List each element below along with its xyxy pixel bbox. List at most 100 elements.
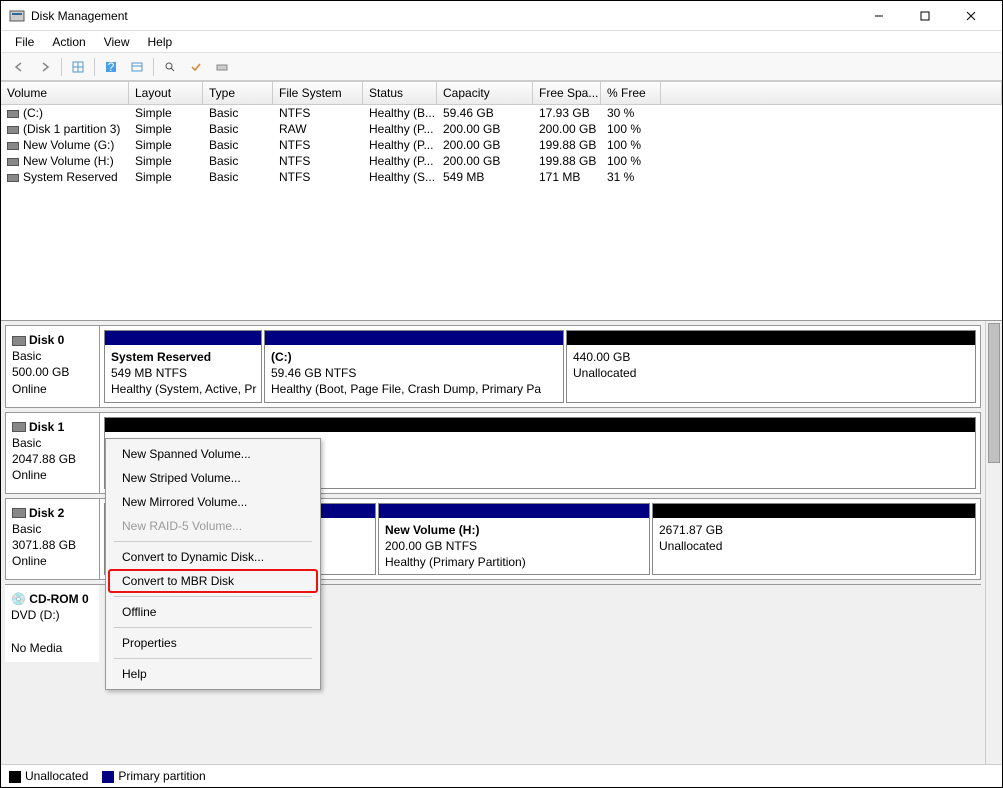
- minimize-button[interactable]: [856, 1, 902, 31]
- menu-action[interactable]: Action: [44, 33, 93, 51]
- partition-status: Healthy (System, Active, Pr: [111, 381, 255, 397]
- partition-status: Unallocated: [573, 365, 969, 381]
- maximize-button[interactable]: [902, 1, 948, 31]
- ctx-properties[interactable]: Properties: [108, 631, 318, 655]
- toolbar-separator: [94, 58, 95, 76]
- disk-info-2[interactable]: Disk 2 Basic 3071.88 GB Online: [6, 499, 100, 580]
- volume-row[interactable]: (Disk 1 partition 3)SimpleBasicRAWHealth…: [1, 121, 1002, 137]
- partition-new-volume-h[interactable]: New Volume (H:)200.00 GB NTFSHealthy (Pr…: [378, 503, 650, 576]
- partition-size: 200.00 GB NTFS: [385, 538, 643, 554]
- partition-c-drive[interactable]: (C:)59.46 GB NTFSHealthy (Boot, Page Fil…: [264, 330, 564, 403]
- toolbar-grid-icon[interactable]: [66, 56, 90, 78]
- disk-icon: [12, 508, 26, 518]
- close-button[interactable]: [948, 1, 994, 31]
- volume-icon: [7, 110, 19, 118]
- back-button[interactable]: [7, 56, 31, 78]
- legend-primary-label: Primary partition: [118, 769, 205, 783]
- scrollbar-thumb[interactable]: [988, 323, 1000, 463]
- disk-name: Disk 0: [29, 333, 64, 347]
- disk-size: 500.00 GB: [12, 364, 93, 380]
- disk-state: Online: [12, 381, 93, 397]
- forward-button[interactable]: [33, 56, 57, 78]
- disk-name: Disk 1: [29, 420, 64, 434]
- volume-row[interactable]: New Volume (G:)SimpleBasicNTFSHealthy (P…: [1, 137, 1002, 153]
- col-layout[interactable]: Layout: [129, 82, 203, 104]
- legend-primary-swatch: [102, 771, 114, 783]
- toolbar-search-icon[interactable]: [158, 56, 182, 78]
- window-title: Disk Management: [31, 9, 856, 23]
- partition-status: Unallocated: [659, 538, 969, 554]
- toolbar-list-icon[interactable]: [125, 56, 149, 78]
- col-capacity[interactable]: Capacity: [437, 82, 533, 104]
- legend: Unallocated Primary partition: [1, 764, 1002, 787]
- volume-row[interactable]: New Volume (H:)SimpleBasicNTFSHealthy (P…: [1, 153, 1002, 169]
- ctx-convert-mbr[interactable]: Convert to MBR Disk: [108, 569, 318, 593]
- volume-list-header: Volume Layout Type File System Status Ca…: [1, 81, 1002, 105]
- context-menu: New Spanned Volume... New Striped Volume…: [105, 438, 321, 690]
- ctx-new-mirrored-volume[interactable]: New Mirrored Volume...: [108, 490, 318, 514]
- partition-status: Healthy (Primary Partition): [385, 554, 643, 570]
- ctx-help[interactable]: Help: [108, 662, 318, 686]
- legend-unallocated-label: Unallocated: [25, 769, 88, 783]
- partition-title: System Reserved: [111, 349, 255, 365]
- ctx-separator: [114, 627, 312, 628]
- volume-list-body: (C:)SimpleBasicNTFSHealthy (B...59.46 GB…: [1, 105, 1002, 320]
- menu-view[interactable]: View: [96, 33, 138, 51]
- help-icon[interactable]: ?: [99, 56, 123, 78]
- col-spacer: [661, 82, 1002, 104]
- ctx-separator: [114, 658, 312, 659]
- menu-file[interactable]: File: [7, 33, 42, 51]
- legend-unallocated-swatch: [9, 771, 21, 783]
- disk-info-0[interactable]: Disk 0 Basic 500.00 GB Online: [6, 326, 100, 407]
- col-freespace[interactable]: Free Spa...: [533, 82, 601, 104]
- partition-title: New Volume (H:): [385, 522, 643, 538]
- volume-icon: [7, 126, 19, 134]
- ctx-new-striped-volume[interactable]: New Striped Volume...: [108, 466, 318, 490]
- cdrom-icon: 💿: [11, 592, 26, 606]
- col-volume[interactable]: Volume: [1, 82, 129, 104]
- disk-icon: [12, 422, 26, 432]
- disk-type: DVD (D:): [11, 607, 93, 623]
- disk-type: Basic: [12, 348, 93, 364]
- toolbar-disk-icon[interactable]: [210, 56, 234, 78]
- col-type[interactable]: Type: [203, 82, 273, 104]
- ctx-offline[interactable]: Offline: [108, 600, 318, 624]
- toolbar-separator: [61, 58, 62, 76]
- ctx-new-spanned-volume[interactable]: New Spanned Volume...: [108, 442, 318, 466]
- partition-bar: [265, 331, 563, 345]
- volume-row[interactable]: (C:)SimpleBasicNTFSHealthy (B...59.46 GB…: [1, 105, 1002, 121]
- graphical-view-wrapper: Disk 0 Basic 500.00 GB Online System Res…: [1, 321, 1002, 764]
- partition-bar: [653, 504, 975, 518]
- disk-info-cdrom[interactable]: 💿 CD-ROM 0 DVD (D:) No Media: [5, 585, 99, 662]
- volume-list: Volume Layout Type File System Status Ca…: [1, 81, 1002, 321]
- ctx-convert-dynamic[interactable]: Convert to Dynamic Disk...: [108, 545, 318, 569]
- app-icon: [9, 8, 25, 24]
- partition-size: 440.00 GB: [573, 349, 969, 365]
- disk-info-1[interactable]: Disk 1 Basic 2047.88 GB Online: [6, 413, 100, 493]
- col-pctfree[interactable]: % Free: [601, 82, 661, 104]
- disk-name: CD-ROM 0: [29, 592, 88, 606]
- menu-help[interactable]: Help: [140, 33, 181, 51]
- volume-row[interactable]: System ReservedSimpleBasicNTFSHealthy (S…: [1, 169, 1002, 185]
- disk-state: Online: [12, 553, 93, 569]
- partition-size: 549 MB NTFS: [111, 365, 255, 381]
- col-status[interactable]: Status: [363, 82, 437, 104]
- disk-type: Basic: [12, 435, 93, 451]
- partition-size: 59.46 GB NTFS: [271, 365, 557, 381]
- partition-status: Healthy (Boot, Page File, Crash Dump, Pr…: [271, 381, 557, 397]
- partition-system-reserved[interactable]: System Reserved549 MB NTFSHealthy (Syste…: [104, 330, 262, 403]
- menu-bar: File Action View Help: [1, 31, 1002, 53]
- disk-state: Online: [12, 467, 93, 483]
- volume-icon: [7, 142, 19, 150]
- volume-icon: [7, 158, 19, 166]
- toolbar-separator: [153, 58, 154, 76]
- partition-bar: [105, 418, 975, 432]
- toolbar-check-icon[interactable]: [184, 56, 208, 78]
- vertical-scrollbar[interactable]: [985, 321, 1002, 764]
- partition-bar: [105, 331, 261, 345]
- disk-icon: [12, 336, 26, 346]
- partition-bar: [567, 331, 975, 345]
- partition-unallocated-2[interactable]: 2671.87 GBUnallocated: [652, 503, 976, 576]
- col-filesystem[interactable]: File System: [273, 82, 363, 104]
- partition-unallocated-0[interactable]: 440.00 GBUnallocated: [566, 330, 976, 403]
